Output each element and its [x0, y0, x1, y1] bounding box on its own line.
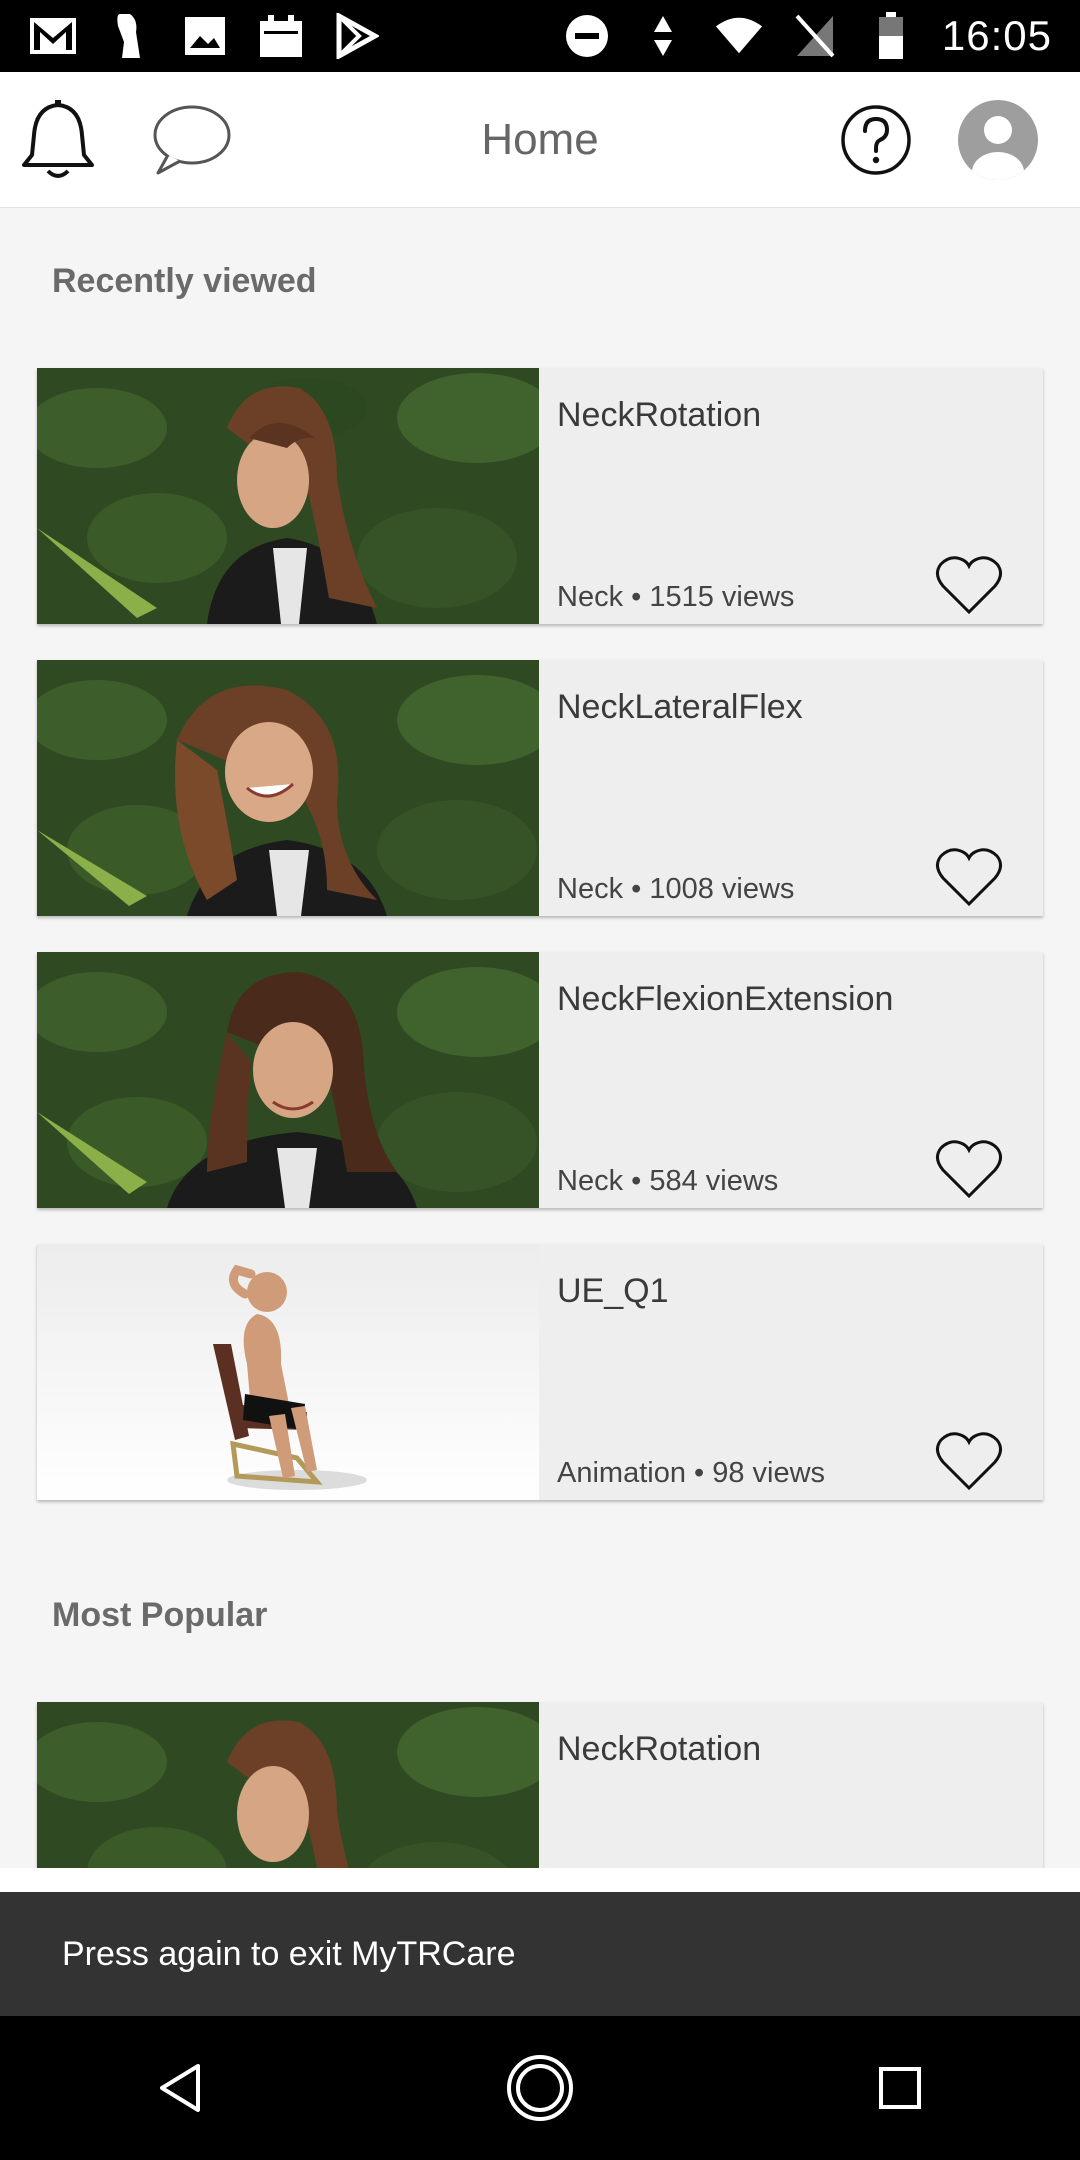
status-bar: 16:05 [0, 0, 1080, 72]
wifi-icon [714, 11, 764, 61]
section-title-recent: Recently viewed [52, 262, 317, 300]
help-icon[interactable] [838, 102, 914, 178]
data-icon [638, 11, 688, 61]
dnd-icon [562, 11, 612, 61]
video-thumbnail[interactable] [37, 952, 539, 1208]
video-meta: Neck • 1515 views [557, 581, 795, 613]
video-title: NeckLateralFlex [557, 688, 803, 726]
video-title: NeckRotation [557, 1730, 762, 1768]
video-thumbnail[interactable] [37, 660, 539, 916]
video-card[interactable]: NeckLateralFlex Neck • 1008 views [37, 660, 1043, 916]
play-store-icon [332, 11, 382, 61]
video-title: NeckRotation [557, 396, 762, 434]
video-card[interactable]: NeckRotation Neck • 1515 views [37, 368, 1043, 624]
video-thumbnail[interactable] [37, 1702, 539, 1868]
video-card[interactable]: NeckFlexionExtension Neck • 584 views [37, 952, 1043, 1208]
phone-icon [104, 11, 154, 61]
bell-icon[interactable] [18, 98, 98, 184]
video-meta: Neck • 584 views [557, 1165, 779, 1197]
calendar-icon [256, 11, 306, 61]
video-card[interactable]: NeckRotation [37, 1702, 1043, 1868]
heart-icon[interactable] [935, 1138, 1003, 1200]
no-sim-icon [790, 11, 840, 61]
heart-icon[interactable] [935, 554, 1003, 616]
section-title-popular: Most Popular [52, 1596, 268, 1634]
avatar-icon[interactable] [956, 98, 1040, 182]
back-button[interactable] [120, 2028, 240, 2148]
image-icon [180, 11, 230, 61]
video-thumbnail[interactable] [37, 1244, 539, 1500]
home-feed[interactable]: Recently viewed NeckRotation Neck • 1515… [0, 208, 1080, 1868]
chat-icon[interactable] [148, 100, 234, 180]
heart-icon[interactable] [935, 846, 1003, 908]
video-thumbnail[interactable] [37, 368, 539, 624]
snackbar-message: Press again to exit MyTRCare [62, 1934, 516, 1973]
system-navbar [0, 2016, 1080, 2160]
home-button[interactable] [480, 2028, 600, 2148]
heart-icon[interactable] [935, 1430, 1003, 1492]
divider [0, 1868, 1080, 1892]
video-title: UE_Q1 [557, 1272, 669, 1310]
gmail-icon [28, 11, 78, 61]
app-header: Home [0, 72, 1080, 208]
clock: 16:05 [941, 12, 1052, 59]
video-meta: Neck • 1008 views [557, 873, 795, 905]
video-card[interactable]: UE_Q1 Animation • 98 views [37, 1244, 1043, 1500]
recents-button[interactable] [840, 2028, 960, 2148]
snackbar: Press again to exit MyTRCare [0, 1892, 1080, 2016]
video-title: NeckFlexionExtension [557, 980, 894, 1018]
battery-icon [866, 11, 916, 61]
video-meta: Animation • 98 views [557, 1457, 826, 1489]
